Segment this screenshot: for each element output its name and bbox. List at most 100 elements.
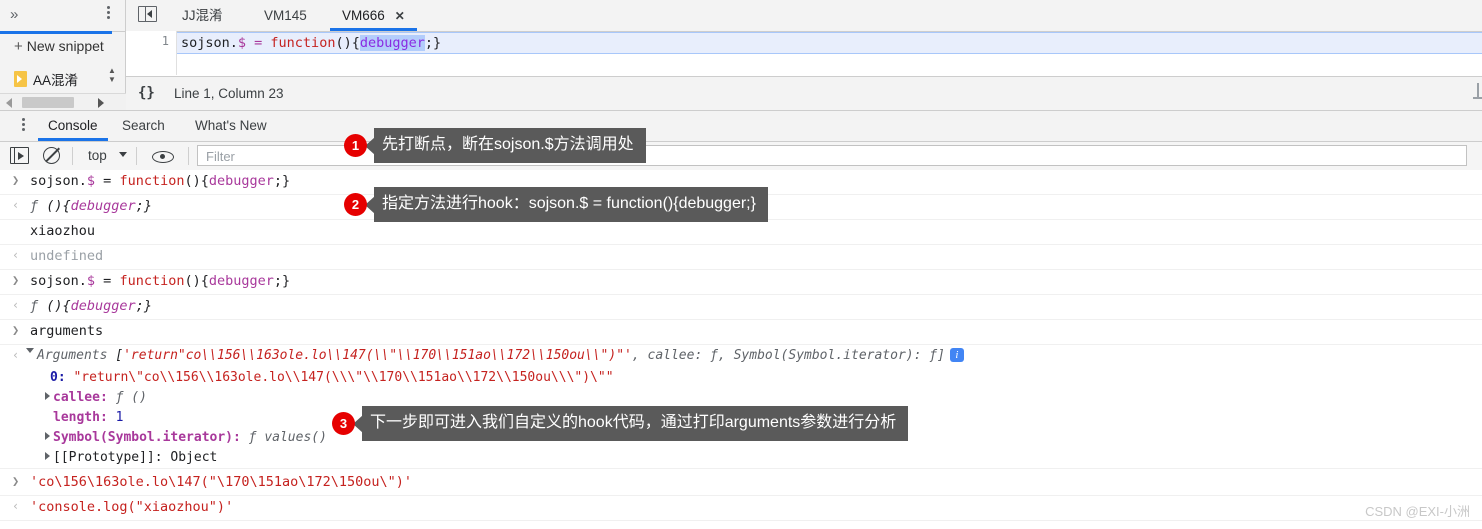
script-file-icon (14, 71, 27, 87)
snippets-header: » (0, 0, 125, 32)
preview-string: 'return"co\\156\\163ole.lo\\147(\\"\\170… (123, 348, 632, 363)
console-text: arguments (30, 323, 104, 339)
console-message-list: ❯ sojson.$ = function(){debugger;} ‹ ƒ (… (0, 170, 1482, 529)
editor-gutter: 1 (126, 31, 177, 75)
line-number: 1 (161, 34, 169, 48)
console-row-input[interactable]: ❯ arguments (0, 320, 1482, 345)
console-row-input[interactable]: ❯ 'co\156\163ole.lo\147("\170\151ao\172\… (0, 471, 1482, 496)
tab-jj-obfuscated[interactable]: JJ混淆 (170, 0, 235, 31)
object-property: length: 1 (53, 410, 123, 425)
code-token-selected: debugger (359, 35, 425, 51)
console-row-property: 0: "return\"co\\156\\163ole.lo\\147(\\\"… (0, 367, 1482, 387)
property-value: 1 (115, 410, 124, 425)
object-property: [[Prototype]]: Object (45, 450, 217, 465)
info-badge-icon[interactable]: i (949, 348, 964, 362)
double-chevron-right-icon[interactable]: » (10, 6, 18, 23)
tab-console[interactable]: Console (38, 111, 108, 141)
toolbar-divider (136, 147, 137, 165)
scrollbar-thumb[interactable] (22, 97, 74, 108)
console-row-object[interactable]: ‹ Arguments ['return"co\\156\\163ole.lo\… (0, 345, 1482, 367)
source-editor-pane: JJ混淆 VM145 VM666 ✕ 1 sojson.$ = function(… (126, 0, 1482, 110)
callout-3: 3 下一步即可进入我们自定义的hook代码，通过打印arguments参数进行分… (332, 406, 909, 441)
collapse-panel-icon[interactable] (138, 6, 157, 22)
editor-code: sojson.$ = function(){debugger;} (181, 35, 441, 51)
tab-label: Search (122, 118, 165, 133)
scroll-right-icon[interactable] (98, 98, 104, 108)
property-value: Object (170, 450, 218, 465)
active-tab-underline (0, 31, 112, 34)
clear-console-icon[interactable] (43, 147, 60, 164)
console-toolbar: top Filter (0, 142, 1482, 171)
new-snippet-label: New snippet (26, 38, 104, 54)
console-text: undefined (30, 248, 104, 264)
input-arrow-icon: ❯ (12, 323, 20, 337)
console-row-property[interactable]: [[Prototype]]: Object (0, 447, 1482, 469)
editor-empty-area[interactable] (177, 55, 1482, 75)
expand-triangle-icon[interactable] (45, 392, 50, 400)
kebab-menu-icon[interactable] (15, 116, 31, 136)
live-expression-eye-icon[interactable] (152, 151, 174, 163)
scrollbar-vertical-stub (1477, 83, 1479, 97)
scroll-left-icon[interactable] (6, 98, 12, 108)
code-token-keyword: function (270, 35, 336, 51)
tab-label: What's New (195, 118, 267, 133)
tab-label: Console (48, 118, 98, 133)
editor-active-line[interactable]: sojson.$ = function(){debugger;} (177, 32, 1482, 54)
execution-context-label[interactable]: top (88, 148, 107, 163)
spinner-up-icon[interactable]: ▲ (105, 66, 119, 75)
property-value: "return\"co\\156\\163ole.lo\\147(\\\"\\1… (73, 370, 614, 385)
code-token-braces: (){ (335, 35, 360, 51)
callout-2: 2 指定方法进行hook：sojson.$ = function(){debug… (344, 187, 768, 222)
preview-rest: , callee: ƒ, Symbol(Symbol.iterator): ƒ] (631, 348, 945, 363)
kebab-menu-icon[interactable] (100, 4, 116, 26)
format-code-icon[interactable]: {} (138, 85, 155, 101)
callout-text: 下一步即可进入我们自定义的hook代码，通过打印arguments参数进行分析 (362, 406, 909, 441)
code-token-prop: $ = (237, 35, 271, 51)
output-arrow-icon: ‹ (12, 248, 20, 262)
expand-triangle-icon[interactable] (45, 452, 50, 460)
expand-triangle-icon[interactable] (45, 432, 50, 440)
tab-label: VM145 (264, 8, 307, 23)
callout-number: 3 (332, 412, 355, 435)
callout-text: 先打断点，断在sojson.$方法调用处 (374, 128, 646, 163)
console-text: sojson.$ = function(){debugger;} (30, 273, 291, 289)
console-row-property[interactable]: callee: ƒ () (0, 387, 1482, 407)
callout-text: 指定方法进行hook：sojson.$ = function(){debugge… (374, 187, 768, 222)
output-arrow-icon: ‹ (12, 298, 20, 312)
console-text: 'co\156\163ole.lo\147("\170\151ao\172\15… (30, 474, 413, 490)
console-sidebar-icon[interactable] (10, 147, 29, 164)
callout-number: 1 (344, 134, 367, 157)
spinner-down-icon[interactable]: ▼ (105, 75, 119, 84)
property-value: ƒ () (115, 390, 147, 405)
devtools-window: » + New snippet AA混淆 ▲ ▼ JJ混淆 VM145 VM66… (0, 0, 1482, 529)
snippet-list-item[interactable]: AA混淆 (14, 69, 78, 89)
tab-vm145[interactable]: VM145 (252, 0, 319, 31)
watermark: CSDN @EXI-小洲 (1365, 504, 1470, 519)
new-snippet-button[interactable]: + New snippet (14, 38, 104, 55)
scrollbar-horizontal-stub (1473, 97, 1482, 99)
console-object-preview: Arguments ['return"co\\156\\163ole.lo\\1… (26, 348, 964, 363)
horizontal-scrollbar[interactable] (0, 93, 126, 110)
console-text: xiaozhou (30, 223, 96, 239)
output-arrow-icon: ‹ (12, 499, 20, 513)
drawer-tabstrip: Console Search What's New (0, 111, 1482, 142)
input-arrow-icon: ❯ (12, 474, 20, 488)
property-key: callee: (53, 390, 108, 405)
console-text: 'console.log("xiaozhou")' (30, 499, 234, 515)
callout-1: 1 先打断点，断在sojson.$方法调用处 (344, 128, 646, 163)
tab-vm666[interactable]: VM666 ✕ (330, 0, 417, 31)
console-text: sojson.$ = function(){debugger;} (30, 173, 291, 189)
console-text: ƒ (){debugger;} (30, 298, 152, 314)
close-icon[interactable]: ✕ (395, 9, 405, 23)
expand-triangle-icon[interactable] (26, 348, 34, 357)
console-row-output: ‹ ƒ (){debugger;} (0, 295, 1482, 320)
tab-search[interactable]: Search (112, 111, 175, 141)
filter-placeholder: Filter (206, 149, 235, 164)
scroll-spinner[interactable]: ▲ ▼ (105, 66, 119, 88)
property-value: ƒ values() (248, 430, 327, 445)
property-key: 0: (50, 370, 66, 385)
chevron-down-icon[interactable] (119, 152, 127, 157)
tab-whats-new[interactable]: What's New (185, 111, 277, 141)
console-row-input[interactable]: ❯ sojson.$ = function(){debugger;} (0, 270, 1482, 295)
toolbar-divider (188, 147, 189, 165)
